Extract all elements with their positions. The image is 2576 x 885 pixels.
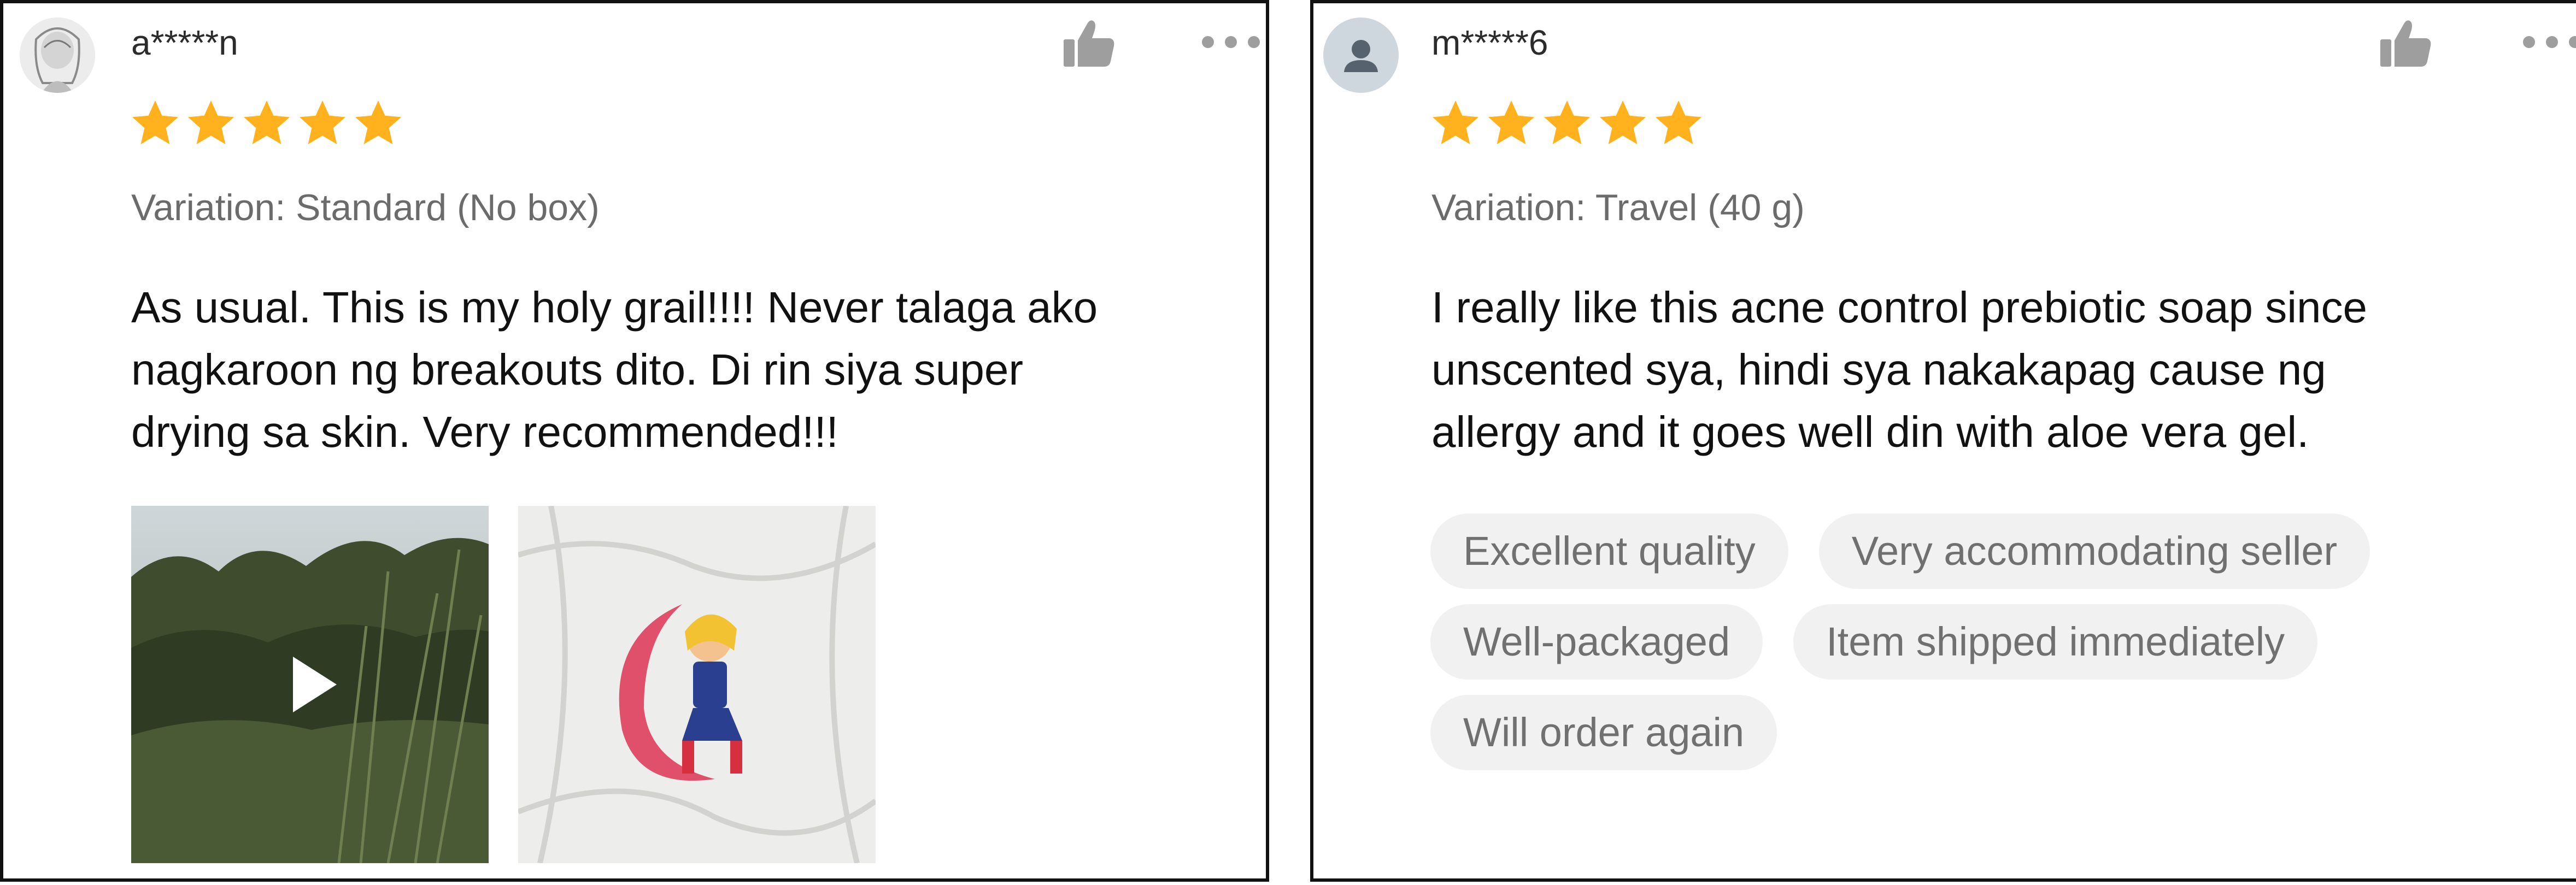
variation-label: Variation: Standard (No box) [131,187,600,228]
review-video-thumbnail[interactable] [131,506,489,863]
star-icon [188,101,234,144]
review-text: I really like this acne control prebioti… [1431,276,2576,463]
review-photo-image [518,506,876,863]
star-rating [1429,97,1705,150]
thumbs-up-icon[interactable] [1061,15,1116,70]
star-icon [244,101,290,144]
star-icon [300,101,345,144]
review-text-line: As usual. This is my holy grail!!!! Neve… [131,283,1098,332]
user-icon [1344,40,1378,72]
reviewer-username: m*****6 [1431,23,1548,62]
tag-well-packaged: Well-packaged [1430,604,1763,680]
tag-row: Well-packaged Item shipped immediately [1430,604,2576,680]
review-text-line: unscented sya, hindi sya nakakapag cause… [1431,345,2326,394]
star-icon [1656,101,1701,144]
star-icon [1600,101,1646,144]
star-icon [355,101,401,144]
star-icon [132,101,178,144]
star-icon [1433,101,1478,144]
review-text-line: drying sa skin. Very recommended!!! [131,408,838,456]
review-card: a*****n Variation: Standard (No box) As … [0,0,1269,882]
reviewer-username: a*****n [131,23,238,62]
play-icon[interactable] [290,654,339,715]
star-rating [129,97,404,150]
review-tags: Excellent quality Very accommodating sel… [1430,514,2576,786]
avatar[interactable] [20,17,95,93]
tag-will-order-again: Will order again [1430,695,1777,770]
tag-very-accommodating-seller: Very accommodating seller [1818,514,2370,589]
more-options-icon[interactable] [1198,34,1264,50]
review-text: As usual. This is my holy grail!!!! Neve… [131,276,1266,463]
variation-label: Variation: Travel (40 g) [1431,187,1805,228]
review-photo-thumbnail[interactable] [518,506,876,863]
avatar[interactable] [1323,17,1399,93]
tag-excellent-quality: Excellent quality [1430,514,1788,589]
tag-row: Will order again [1430,695,2576,770]
star-icon [1488,101,1534,144]
review-text-line: I really like this acne control prebioti… [1431,283,2367,332]
star-icon [1544,101,1590,144]
more-options-icon[interactable] [2519,34,2576,50]
avatar-image [20,17,95,93]
tag-item-shipped-immediately: Item shipped immediately [1793,604,2318,680]
review-card: m*****6 Variation: Travel (40 g) I reall… [1310,0,2576,882]
thumbs-up-icon[interactable] [2378,15,2433,70]
review-text-line: nagkaroon ng breakouts dito. Di rin siya… [131,345,1024,394]
tag-row: Excellent quality Very accommodating sel… [1430,514,2576,589]
review-text-line: allergy and it goes well din with aloe v… [1431,408,2309,456]
